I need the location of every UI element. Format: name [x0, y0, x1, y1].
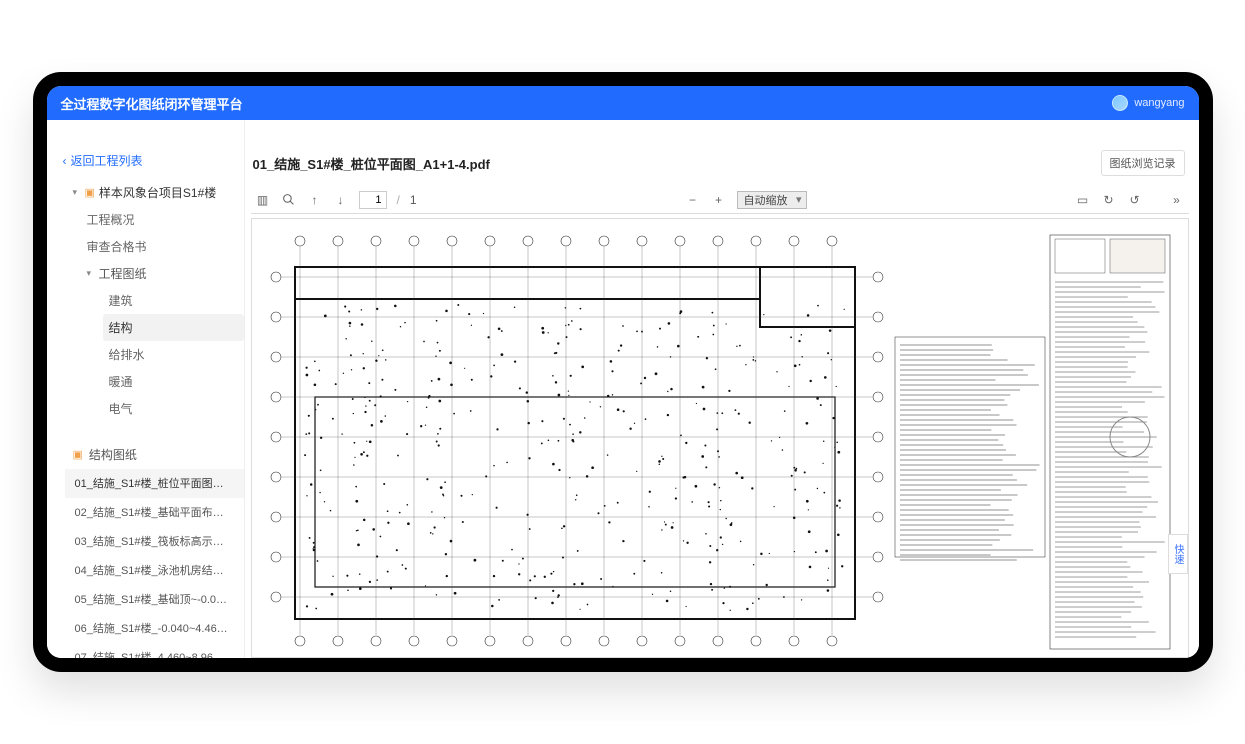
page-input[interactable] [359, 191, 387, 209]
project-name: 样本风象台项目S1#楼 [99, 184, 216, 201]
file-list: 01_结施_S1#楼_桩位平面图… 02_结施_S1#楼_基础平面布… 03_结… [65, 469, 244, 658]
files-section-label: 结构图纸 [89, 446, 137, 463]
document-title: 01_结施_S1#楼_桩位平面图_A1+1-4.pdf [253, 154, 490, 173]
rotate-ccw-icon[interactable]: ↺ [1127, 192, 1143, 208]
cat-arch[interactable]: 建筑 [109, 287, 244, 314]
file-row[interactable]: 04_结施_S1#楼_泳池机房结… [65, 556, 244, 585]
page-total: 1 [410, 193, 417, 207]
zoom-select[interactable]: 自动缩放 ▾ [737, 191, 807, 209]
back-label: 返回工程列表 [71, 152, 143, 169]
page-up-icon[interactable]: ↑ [307, 192, 323, 208]
page-separator: / [397, 193, 400, 207]
app-screen: 全过程数字化图纸闭环管理平台 wangyang ‹ 返回工程列表 ▾ ▣ 样本风… [47, 86, 1199, 658]
zoom-out-icon[interactable]: − [685, 192, 701, 208]
cat-elec[interactable]: 电气 [109, 395, 244, 422]
file-row[interactable]: 01_结施_S1#楼_桩位平面图… [65, 469, 244, 498]
file-row[interactable]: 07_结施_S1#楼_4.460~8.96… [65, 643, 244, 658]
zoom-in-icon[interactable]: + [711, 192, 727, 208]
side-quick-tab[interactable]: 快速 [1168, 534, 1188, 574]
file-row[interactable]: 03_结施_S1#楼_筏板标高示… [65, 527, 244, 556]
back-link[interactable]: ‹ 返回工程列表 [47, 150, 244, 179]
rotate-cw-icon[interactable]: ↻ [1101, 192, 1117, 208]
zoom-label: 自动缩放 [744, 195, 788, 207]
viewer-canvas[interactable]: 快速 [251, 218, 1189, 658]
nav-drawings[interactable]: ▾ 工程图纸 [87, 260, 244, 287]
viewer-toolbar: ▥ ↑ ↓ / 1 − + 自动缩放 ▾ [251, 188, 1189, 214]
page-down-icon[interactable]: ↓ [333, 192, 349, 208]
drawing-preview [260, 227, 1180, 657]
cat-struct[interactable]: 结构 [103, 314, 244, 341]
username: wangyang [1134, 97, 1184, 109]
folder-icon: ▣ [85, 186, 95, 199]
sidebar-toggle-icon[interactable]: ▥ [255, 192, 271, 208]
folder-icon: ▣ [73, 448, 83, 461]
chevron-left-icon: ‹ [63, 154, 67, 168]
device-frame: 全过程数字化图纸闭环管理平台 wangyang ‹ 返回工程列表 ▾ ▣ 样本风… [33, 72, 1213, 672]
search-icon[interactable] [281, 192, 297, 208]
more-icon[interactable]: » [1169, 192, 1185, 208]
caret-down-icon: ▾ [73, 187, 81, 198]
main-panel: 01_结施_S1#楼_桩位平面图_A1+1-4.pdf 图纸浏览记录 ▥ ↑ ↓… [245, 120, 1199, 658]
files-section: ▣ 结构图纸 [65, 440, 244, 469]
nav-approval[interactable]: 审查合格书 [87, 233, 244, 260]
user-area[interactable]: wangyang [1112, 95, 1184, 111]
doc-header: 01_结施_S1#楼_桩位平面图_A1+1-4.pdf 图纸浏览记录 [245, 120, 1199, 180]
avatar [1112, 95, 1128, 111]
content-body: ‹ 返回工程列表 ▾ ▣ 样本风象台项目S1#楼 工程概况 审查合格书 ▾ [47, 120, 1199, 658]
chevron-down-icon: ▾ [796, 193, 802, 206]
nav-overview[interactable]: 工程概况 [87, 206, 244, 233]
history-button[interactable]: 图纸浏览记录 [1101, 150, 1185, 176]
file-row[interactable]: 02_结施_S1#楼_基础平面布… [65, 498, 244, 527]
cat-hvac[interactable]: 暖通 [109, 368, 244, 395]
file-row[interactable]: 06_结施_S1#楼_-0.040~4.46… [65, 614, 244, 643]
cat-plumb[interactable]: 给排水 [109, 341, 244, 368]
file-row[interactable]: 05_结施_S1#楼_基础顶~-0.0… [65, 585, 244, 614]
sidebar: ‹ 返回工程列表 ▾ ▣ 样本风象台项目S1#楼 工程概况 审查合格书 ▾ [47, 120, 245, 658]
project-root[interactable]: ▾ ▣ 样本风象台项目S1#楼 [65, 179, 244, 206]
app-title: 全过程数字化图纸闭环管理平台 [61, 94, 243, 113]
presentation-icon[interactable]: ▭ [1075, 192, 1091, 208]
top-bar: 全过程数字化图纸闭环管理平台 wangyang [47, 86, 1199, 120]
caret-down-icon: ▾ [87, 268, 95, 279]
nav-drawings-label: 工程图纸 [99, 265, 147, 282]
project-tree: ▾ ▣ 样本风象台项目S1#楼 工程概况 审查合格书 ▾ 工程图纸 建筑 [47, 179, 244, 658]
